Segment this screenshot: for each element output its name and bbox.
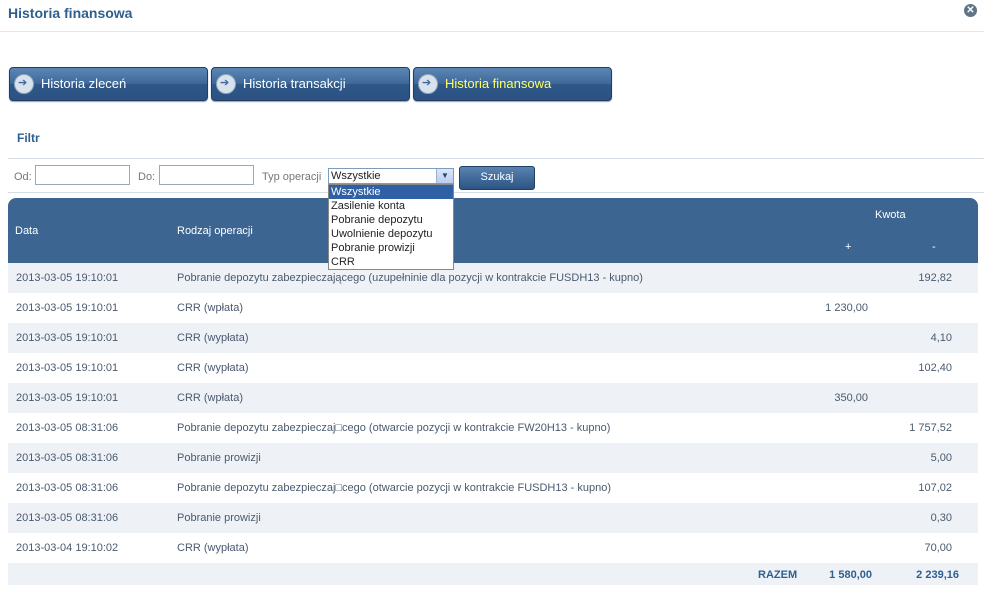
dropdown-option[interactable]: Pobranie depozytu (329, 213, 453, 227)
tab-label: Historia zleceń (41, 76, 127, 91)
row-minus: 70,00 (924, 542, 952, 554)
row-operation: CRR (wpłata) (177, 392, 244, 404)
title-bar: Historia finansowa ✕ (0, 0, 984, 32)
do-label: Do: (138, 171, 156, 183)
typ-operacji-label: Typ operacji (262, 171, 322, 183)
row-operation: CRR (wypłata) (177, 332, 249, 344)
do-date-input[interactable] (159, 165, 254, 185)
row-operation: CRR (wypłata) (177, 362, 249, 374)
header-date: Data (15, 225, 39, 237)
table-row: 2013-03-05 08:31:06 Pobranie depozytu za… (8, 473, 978, 503)
table-row: 2013-03-05 08:31:06 Pobranie prowizji 0,… (8, 503, 978, 533)
window-title: Historia finansowa (8, 5, 133, 21)
od-date-input[interactable] (35, 165, 130, 185)
row-plus: 1 230,00 (825, 302, 868, 314)
table-header: Data Rodzaj operacji Kwota + - (8, 198, 978, 263)
header-plus: + (845, 241, 852, 253)
table-row: 2013-03-05 19:10:01 Pobranie depozytu za… (8, 263, 978, 293)
dropdown-option[interactable]: Zasilenie konta (329, 199, 453, 213)
arrow-right-icon (14, 74, 34, 94)
header-operation: Rodzaj operacji (177, 225, 253, 237)
tab-historia-zlecen[interactable]: Historia zleceń (9, 67, 208, 101)
row-operation: CRR (wypłata) (177, 542, 249, 554)
row-date: 2013-03-05 19:10:01 (16, 302, 119, 314)
row-minus: 102,40 (918, 362, 952, 374)
table-row: 2013-03-05 08:31:06 Pobranie depozytu za… (8, 413, 978, 443)
select-value: Wszystkie (331, 170, 381, 182)
row-date: 2013-03-05 08:31:06 (16, 482, 119, 494)
row-plus: 350,00 (834, 392, 868, 404)
filter-bar: Od: Do: Typ operacji Wszystkie ▼ Szukaj (8, 158, 984, 193)
filter-title: Filtr (17, 131, 40, 145)
finance-history-table: Data Rodzaj operacji Kwota + - 2013-03-0… (8, 198, 978, 585)
close-icon[interactable]: ✕ (964, 4, 977, 17)
row-minus: 107,02 (918, 482, 952, 494)
dropdown-option[interactable]: Wszystkie (329, 185, 453, 199)
row-date: 2013-03-05 19:10:01 (16, 272, 119, 284)
table-row: 2013-03-05 19:10:01 CRR (wpłata) 1 230,0… (8, 293, 978, 323)
row-operation: Pobranie depozytu zabezpieczaj□cego (otw… (177, 422, 611, 434)
row-minus: 5,00 (930, 452, 952, 464)
row-date: 2013-03-05 08:31:06 (16, 422, 119, 434)
row-minus: 192,82 (918, 272, 952, 284)
table-row: 2013-03-04 19:10:02 CRR (wypłata) 70,00 (8, 533, 978, 563)
row-date: 2013-03-05 19:10:01 (16, 362, 119, 374)
row-operation: Pobranie depozytu zabezpieczaj□cego (otw… (177, 482, 612, 494)
header-minus: - (932, 241, 936, 253)
typ-operacji-select[interactable]: Wszystkie ▼ (328, 168, 454, 184)
row-operation: Pobranie prowizji (177, 452, 261, 464)
chevron-down-icon[interactable]: ▼ (436, 169, 453, 183)
row-operation: Pobranie depozytu zabezpieczającego (uzu… (177, 272, 643, 284)
row-minus: 1 757,52 (909, 422, 952, 434)
row-minus: 0,30 (930, 512, 952, 524)
header-amount: Kwota (875, 209, 906, 221)
total-row: RAZEM 1 580,00 2 239,16 (8, 563, 978, 585)
total-minus: 2 239,16 (916, 569, 959, 581)
table-row: 2013-03-05 19:10:01 CRR (wypłata) 4,10 (8, 323, 978, 353)
tab-historia-finansowa[interactable]: Historia finansowa (413, 67, 612, 101)
total-plus: 1 580,00 (829, 569, 872, 581)
row-minus: 4,10 (930, 332, 952, 344)
dropdown-option[interactable]: CRR (329, 255, 453, 269)
od-label: Od: (14, 171, 32, 183)
tab-label: Historia finansowa (445, 76, 552, 91)
row-date: 2013-03-05 19:10:01 (16, 392, 119, 404)
tab-label: Historia transakcji (243, 76, 346, 91)
table-row: 2013-03-05 19:10:01 CRR (wpłata) 350,00 (8, 383, 978, 413)
table-row: 2013-03-05 19:10:01 CRR (wypłata) 102,40 (8, 353, 978, 383)
table-row: 2013-03-05 08:31:06 Pobranie prowizji 5,… (8, 443, 978, 473)
total-label: RAZEM (758, 569, 798, 581)
row-date: 2013-03-04 19:10:02 (16, 542, 119, 554)
typ-operacji-dropdown-list: Wszystkie Zasilenie konta Pobranie depoz… (328, 184, 454, 270)
dropdown-option[interactable]: Pobranie prowizji (329, 241, 453, 255)
search-button[interactable]: Szukaj (459, 166, 535, 190)
tab-historia-transakcji[interactable]: Historia transakcji (211, 67, 410, 101)
dropdown-option[interactable]: Uwolnienie depozytu (329, 227, 453, 241)
arrow-right-icon (216, 74, 236, 94)
row-date: 2013-03-05 08:31:06 (16, 452, 119, 464)
row-operation: Pobranie prowizji (177, 512, 261, 524)
arrow-right-icon (418, 74, 438, 94)
row-operation: CRR (wpłata) (177, 302, 244, 314)
row-date: 2013-03-05 19:10:01 (16, 332, 119, 344)
row-date: 2013-03-05 08:31:06 (16, 512, 119, 524)
